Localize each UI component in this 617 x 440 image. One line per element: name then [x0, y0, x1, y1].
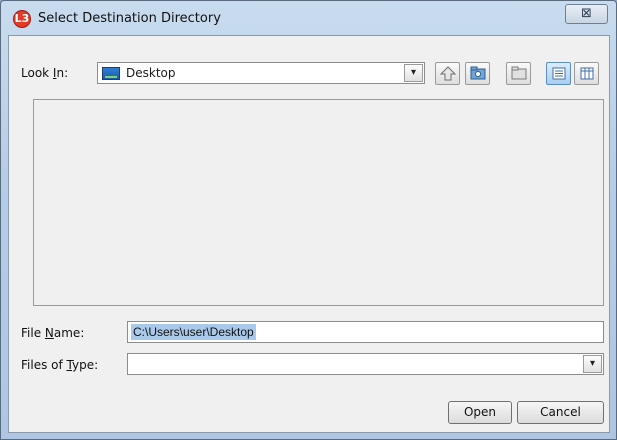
home-folder-button[interactable] — [506, 62, 531, 85]
look-in-label: Look In: — [21, 66, 69, 80]
home-folder-icon — [511, 66, 527, 80]
file-list-pane[interactable] — [33, 99, 604, 306]
new-folder-button[interactable] — [465, 62, 490, 85]
files-of-type-label: Files of Type: — [21, 358, 99, 372]
details-view-button[interactable] — [574, 62, 599, 85]
new-folder-icon — [470, 66, 486, 80]
up-one-level-button[interactable] — [435, 62, 460, 85]
list-view-button[interactable] — [546, 62, 571, 85]
title-bar[interactable]: L3 Select Destination Directory ⊠ — [1, 1, 616, 35]
file-name-value: C:\Users\user\Desktop — [131, 324, 256, 340]
files-of-type-dropdown-button[interactable]: ▾ — [583, 355, 602, 373]
look-in-combobox[interactable]: Desktop ▾ — [97, 62, 425, 84]
chevron-down-icon: ▾ — [589, 358, 596, 369]
cancel-button[interactable]: Cancel — [517, 401, 604, 424]
window-title: Select Destination Directory — [38, 11, 221, 26]
details-view-icon — [580, 67, 594, 80]
file-name-label: File Name: — [21, 326, 85, 340]
list-view-icon — [552, 67, 566, 80]
files-of-type-select[interactable]: ▾ — [127, 353, 604, 375]
close-icon: ⊠ — [581, 6, 592, 21]
dialog-client-area: Look In: Desktop ▾ File Name: C:\Users\u… — [8, 35, 610, 433]
open-button[interactable]: Open — [448, 401, 512, 424]
desktop-icon — [102, 67, 120, 80]
chevron-down-icon: ▾ — [410, 67, 417, 78]
file-name-input[interactable]: C:\Users\user\Desktop — [127, 321, 604, 343]
look-in-dropdown-button[interactable]: ▾ — [404, 64, 423, 82]
up-one-level-icon — [439, 66, 457, 81]
dialog-window: L3 Select Destination Directory ⊠ Look I… — [0, 0, 617, 440]
look-in-value: Desktop — [126, 66, 176, 80]
app-icon: L3 — [13, 10, 31, 28]
close-button[interactable]: ⊠ — [565, 4, 608, 24]
